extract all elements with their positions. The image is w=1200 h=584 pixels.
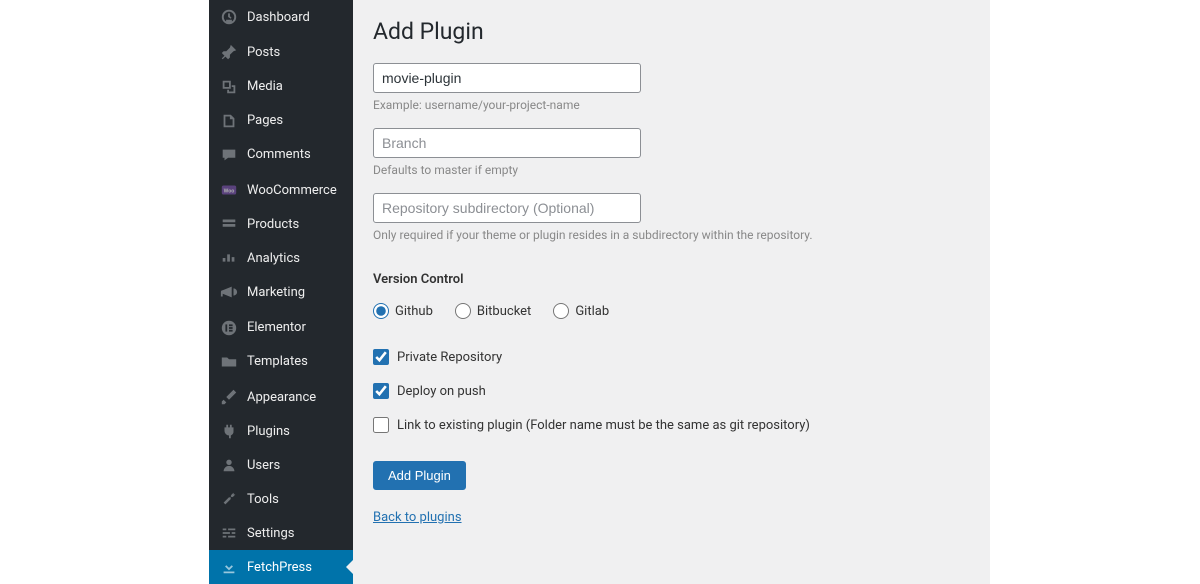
sliders-icon — [219, 523, 239, 543]
branch-hint: Defaults to master if empty — [373, 163, 970, 177]
main-content: Add Plugin Example: username/your-projec… — [353, 0, 990, 584]
sidebar-item-label: Media — [247, 79, 283, 94]
sidebar-item-templates[interactable]: Templates — [209, 345, 353, 379]
sidebar-item-label: WooCommerce — [247, 183, 337, 198]
elementor-icon — [219, 318, 239, 338]
sidebar-item-label: Tools — [247, 492, 279, 507]
sidebar-item-fetchpress[interactable]: FetchPress — [209, 550, 353, 584]
sidebar-item-label: Analytics — [247, 251, 300, 266]
sidebar-item-appearance[interactable]: Appearance — [209, 380, 353, 414]
checkbox-private[interactable] — [373, 349, 389, 365]
woo-icon: Woo — [219, 180, 239, 200]
subdir-input[interactable] — [373, 193, 641, 223]
checkbox-link-existing[interactable] — [373, 417, 389, 433]
sidebar-item-label: Templates — [247, 354, 308, 369]
admin-sidebar: Dashboard Posts Media Pages Comments Woo… — [209, 0, 353, 584]
sidebar-item-comments[interactable]: Comments — [209, 138, 353, 172]
sidebar-item-label: FetchPress — [247, 560, 312, 575]
megaphone-icon — [219, 282, 239, 302]
sidebar-item-label: Dashboard — [247, 10, 310, 25]
sidebar-item-label: Posts — [247, 45, 280, 60]
radio-bitbucket-label: Bitbucket — [477, 304, 531, 319]
sidebar-item-plugins[interactable]: Plugins — [209, 414, 353, 448]
sidebar-item-marketing[interactable]: Marketing — [209, 275, 353, 309]
checkbox-private-label: Private Repository — [397, 350, 502, 365]
radio-github-label: Github — [395, 304, 433, 319]
sidebar-item-label: Elementor — [247, 320, 306, 335]
svg-text:Woo: Woo — [224, 189, 235, 195]
radio-gitlab-input[interactable] — [553, 303, 569, 319]
products-icon — [219, 214, 239, 234]
sidebar-item-users[interactable]: Users — [209, 448, 353, 482]
sidebar-item-label: Products — [247, 217, 299, 232]
sidebar-item-media[interactable]: Media — [209, 70, 353, 104]
radio-gitlab-label: Gitlab — [575, 304, 609, 319]
brush-icon — [219, 387, 239, 407]
dashboard-icon — [219, 7, 239, 27]
sidebar-item-tools[interactable]: Tools — [209, 482, 353, 516]
sidebar-item-label: Pages — [247, 113, 283, 128]
sidebar-item-dashboard[interactable]: Dashboard — [209, 0, 353, 34]
checkbox-deploy-label: Deploy on push — [397, 384, 486, 399]
sidebar-item-label: Appearance — [247, 390, 316, 405]
sidebar-item-label: Plugins — [247, 424, 290, 439]
sidebar-item-products[interactable]: Products — [209, 207, 353, 241]
sidebar-item-analytics[interactable]: Analytics — [209, 241, 353, 275]
radio-bitbucket-input[interactable] — [455, 303, 471, 319]
back-to-plugins-link[interactable]: Back to plugins — [373, 510, 462, 525]
radio-github-input[interactable] — [373, 303, 389, 319]
radio-bitbucket[interactable]: Bitbucket — [455, 303, 531, 319]
download-icon — [219, 557, 239, 577]
sidebar-item-elementor[interactable]: Elementor — [209, 311, 353, 345]
sidebar-item-pages[interactable]: Pages — [209, 104, 353, 138]
repo-hint: Example: username/your-project-name — [373, 98, 970, 112]
sidebar-item-label: Settings — [247, 526, 294, 541]
checkbox-deploy[interactable] — [373, 383, 389, 399]
page-title: Add Plugin — [373, 18, 970, 45]
radio-gitlab[interactable]: Gitlab — [553, 303, 609, 319]
sidebar-item-label: Comments — [247, 147, 311, 162]
wrench-icon — [219, 489, 239, 509]
comment-icon — [219, 145, 239, 165]
media-icon — [219, 77, 239, 97]
version-control-label: Version Control — [373, 272, 970, 287]
add-plugin-button[interactable]: Add Plugin — [373, 461, 466, 490]
analytics-icon — [219, 248, 239, 268]
sidebar-item-woocommerce[interactable]: Woo WooCommerce — [209, 173, 353, 207]
user-icon — [219, 455, 239, 475]
branch-input[interactable] — [373, 128, 641, 158]
subdir-hint: Only required if your theme or plugin re… — [373, 228, 970, 242]
sidebar-item-posts[interactable]: Posts — [209, 36, 353, 70]
pages-icon — [219, 111, 239, 131]
checkbox-link-existing-label: Link to existing plugin (Folder name mus… — [397, 418, 810, 433]
plug-icon — [219, 421, 239, 441]
sidebar-item-label: Users — [247, 458, 280, 473]
pin-icon — [219, 43, 239, 63]
radio-github[interactable]: Github — [373, 303, 433, 319]
sidebar-item-label: Marketing — [247, 285, 305, 300]
repo-input[interactable] — [373, 63, 641, 93]
sidebar-item-settings[interactable]: Settings — [209, 516, 353, 550]
folder-icon — [219, 352, 239, 372]
